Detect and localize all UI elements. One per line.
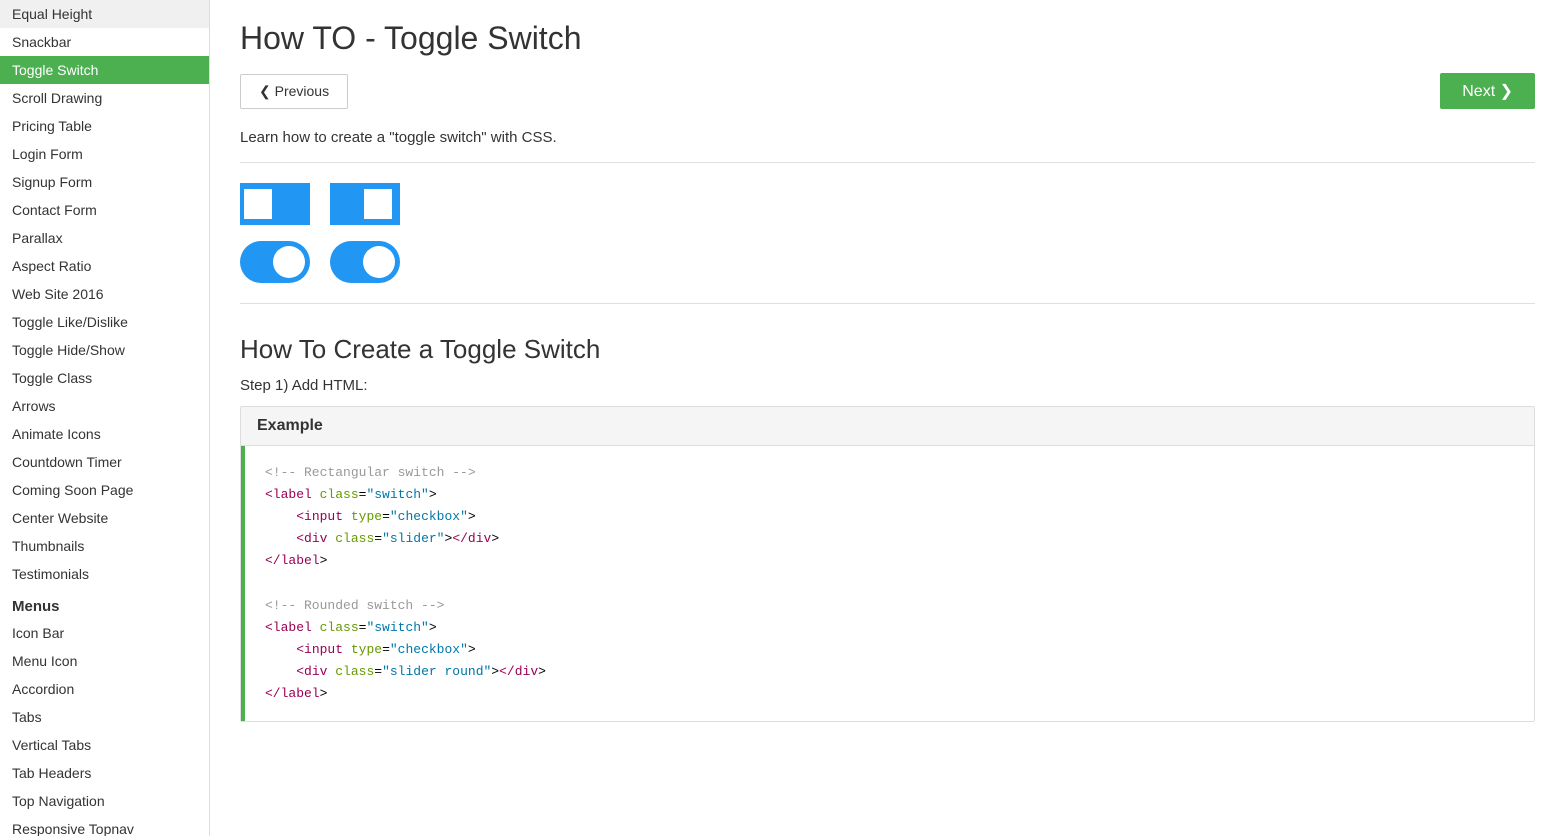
sidebar-item-toggle-switch[interactable]: Toggle Switch (0, 56, 209, 84)
sidebar-item-animate-icons[interactable]: Animate Icons (0, 420, 209, 448)
toggle-round-on2[interactable] (330, 241, 400, 283)
sidebar-item-web-site-2016[interactable]: Web Site 2016 (0, 280, 209, 308)
sidebar-item-toggle-like/dislike[interactable]: Toggle Like/Dislike (0, 308, 209, 336)
sidebar-item-menu-icon[interactable]: Menu Icon (0, 647, 209, 675)
sidebar: Equal HeightSnackbarToggle SwitchScroll … (0, 0, 210, 836)
sidebar-item-vertical-tabs[interactable]: Vertical Tabs (0, 731, 209, 759)
sidebar-item-arrows[interactable]: Arrows (0, 392, 209, 420)
sidebar-item-coming-soon-page[interactable]: Coming Soon Page (0, 476, 209, 504)
sidebar-item-top-navigation[interactable]: Top Navigation (0, 787, 209, 815)
sidebar-item-tab-headers[interactable]: Tab Headers (0, 759, 209, 787)
step-label: Step 1) Add HTML: (240, 377, 1535, 394)
toggle-round-on1[interactable] (240, 241, 310, 283)
sidebar-item-parallax[interactable]: Parallax (0, 224, 209, 252)
sidebar-item-tabs[interactable]: Tabs (0, 703, 209, 731)
sidebar-item-contact-form[interactable]: Contact Form (0, 196, 209, 224)
main-content: How TO - Toggle Switch ❮ Previous Next ❯… (210, 0, 1565, 836)
sidebar-item-aspect-ratio[interactable]: Aspect Ratio (0, 252, 209, 280)
description-text: Learn how to create a "toggle switch" wi… (240, 129, 1535, 163)
sidebar-item-toggle-hide/show[interactable]: Toggle Hide/Show (0, 336, 209, 364)
sidebar-item-login-form[interactable]: Login Form (0, 140, 209, 168)
sidebar-item-scroll-drawing[interactable]: Scroll Drawing (0, 84, 209, 112)
sidebar-item-responsive-topnav[interactable]: Responsive Topnav (0, 815, 209, 836)
sidebar-item-testimonials[interactable]: Testimonials (0, 560, 209, 588)
sidebar-item-center-website[interactable]: Center Website (0, 504, 209, 532)
nav-buttons: ❮ Previous Next ❯ (240, 73, 1535, 109)
sidebar-item-countdown-timer[interactable]: Countdown Timer (0, 448, 209, 476)
code-area: <!-- Rectangular switch --> <label class… (241, 446, 1534, 721)
example-header: Example (241, 407, 1534, 446)
sidebar-item-equal-height[interactable]: Equal Height (0, 0, 209, 28)
sidebar-item-icon-bar[interactable]: Icon Bar (0, 619, 209, 647)
toggle-rect-off[interactable] (240, 183, 310, 225)
sidebar-item-toggle-class[interactable]: Toggle Class (0, 364, 209, 392)
menus-section-label: Menus (0, 588, 209, 619)
sidebar-item-thumbnails[interactable]: Thumbnails (0, 532, 209, 560)
sidebar-item-pricing-table[interactable]: Pricing Table (0, 112, 209, 140)
next-button[interactable]: Next ❯ (1440, 73, 1535, 109)
sidebar-item-snackbar[interactable]: Snackbar (0, 28, 209, 56)
prev-button[interactable]: ❮ Previous (240, 74, 348, 109)
toggle-row-rect (240, 183, 1535, 225)
sidebar-item-signup-form[interactable]: Signup Form (0, 168, 209, 196)
toggle-demos (240, 183, 1535, 304)
toggle-row-round (240, 241, 1535, 283)
section-title: How To Create a Toggle Switch (240, 334, 1535, 365)
toggle-rect-on[interactable] (330, 183, 400, 225)
example-box: Example <!-- Rectangular switch --> <lab… (240, 406, 1535, 722)
sidebar-item-accordion[interactable]: Accordion (0, 675, 209, 703)
page-title: How TO - Toggle Switch (240, 20, 1535, 57)
